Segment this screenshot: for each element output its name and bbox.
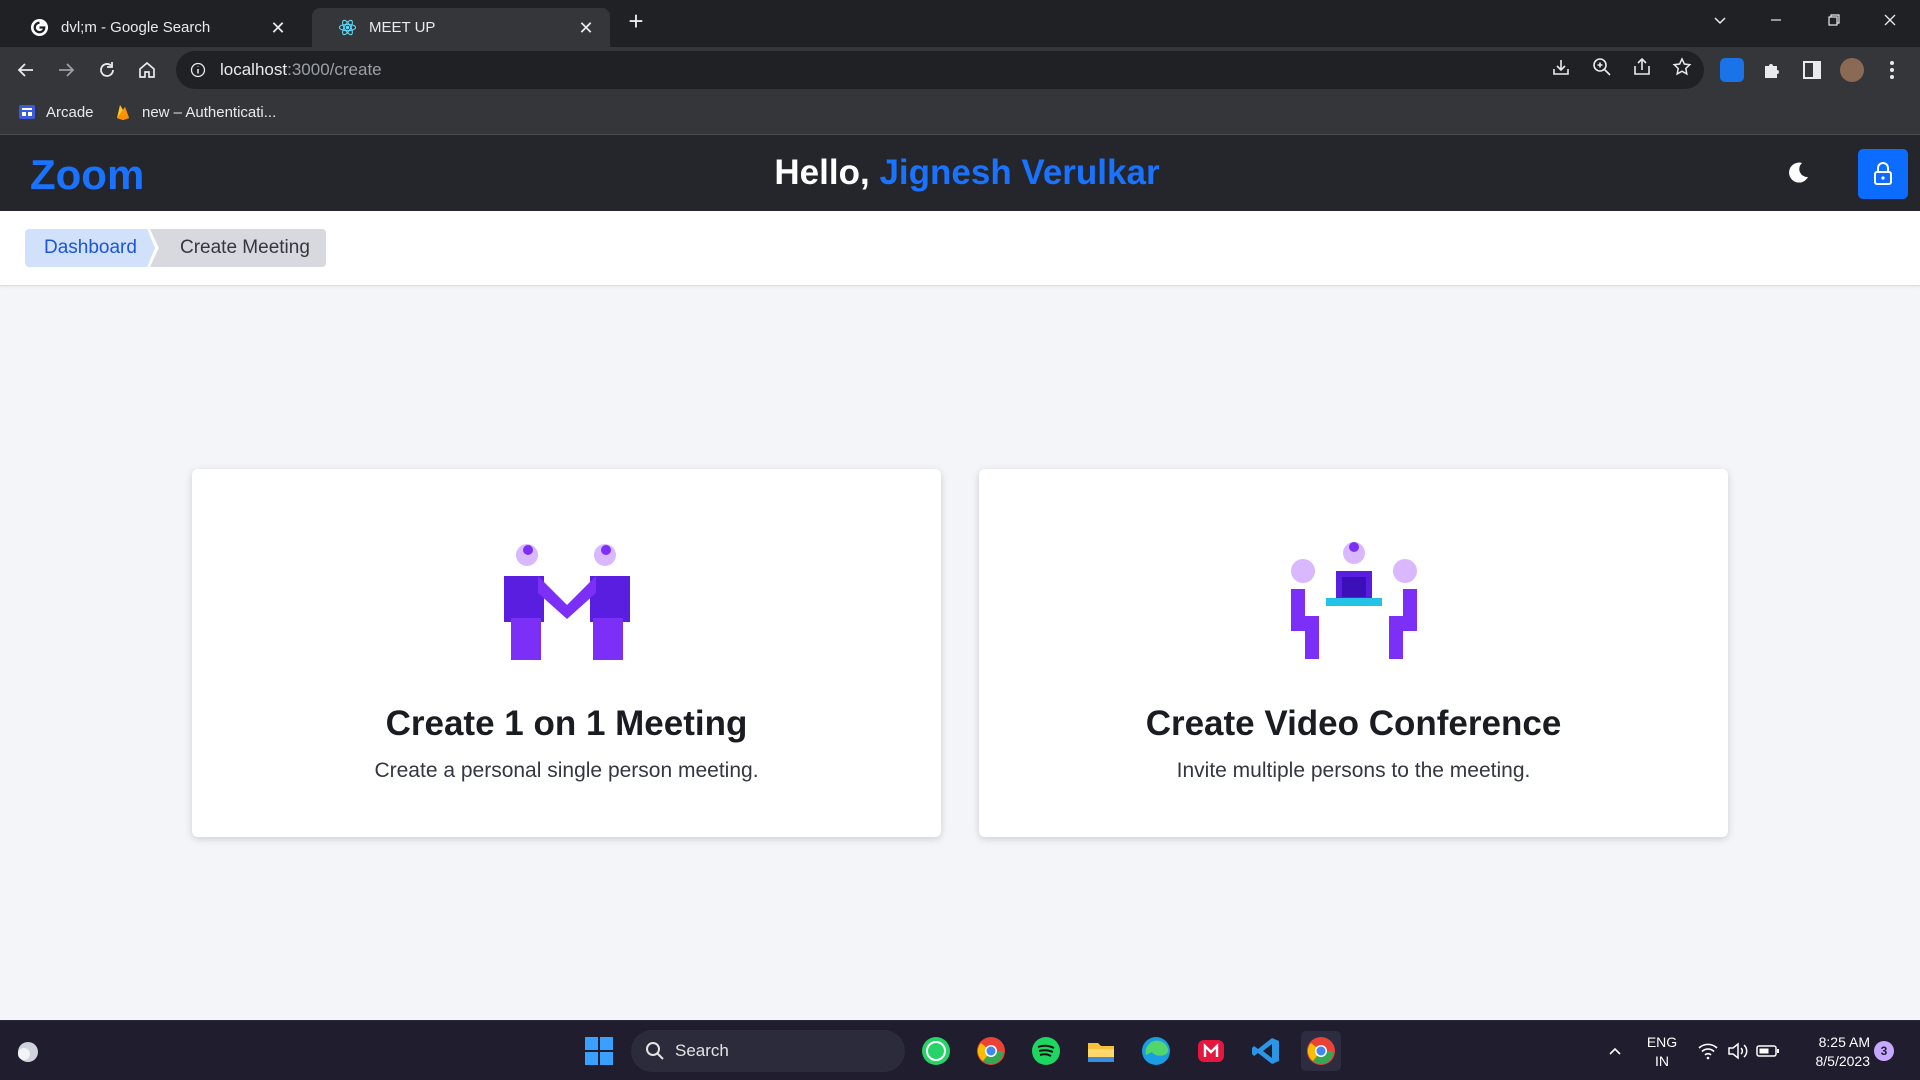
lock-icon [1874,162,1892,185]
new-tab-button[interactable]: + [622,8,650,36]
bookmark-label: new – Authenticati... [142,103,277,121]
breadcrumb: Dashboard Create Meeting [0,211,1920,286]
url-host: localhost [220,60,288,79]
chrome-icon[interactable] [971,1031,1011,1071]
minimize-icon[interactable] [1748,0,1804,40]
address-bar[interactable]: localhost:3000/create [176,51,1704,89]
bookmark-firebase[interactable]: new – Authenticati... [114,103,276,121]
extension-blue-icon[interactable] [1720,58,1744,82]
app-header: Zoom Hello, Jignesh Verulkar [0,135,1920,211]
vscode-icon[interactable] [1246,1031,1286,1071]
card-description: Create a personal single person meeting. [374,759,759,782]
language-indicator[interactable]: ENG IN [1645,1033,1679,1071]
extensions-puzzle-icon[interactable] [1760,58,1784,82]
theme-toggle-button[interactable] [1780,155,1816,191]
notification-badge[interactable]: 3 [1874,1041,1894,1061]
card-title: Create Video Conference [1145,704,1562,743]
firebase-icon [117,105,129,120]
breadcrumb-create-meeting: Create Meeting [150,229,326,267]
restore-icon[interactable] [1806,0,1862,40]
bookmark-star-icon[interactable] [1671,56,1693,78]
reload-icon[interactable] [91,54,123,86]
greeting: Hello, Jignesh Verulkar [0,153,1920,193]
battery-icon[interactable] [1748,1031,1788,1071]
moon-icon [1789,162,1808,183]
weather-icon[interactable] [8,1031,48,1071]
profile-avatar[interactable] [1840,58,1864,82]
site-info-icon[interactable] [190,62,206,78]
tab-title: dvl;m - Google Search [61,19,211,36]
mongodb-app-icon[interactable] [1191,1031,1231,1071]
react-icon [338,19,357,36]
whatsapp-icon[interactable] [916,1031,956,1071]
side-panel-icon[interactable] [1800,58,1824,82]
search-icon [646,1042,664,1060]
windows-taskbar: Search ENG IN 8:25 AM 8/5/2023 3 [0,1020,1920,1080]
breadcrumb-dashboard[interactable]: Dashboard [25,229,155,267]
one-on-one-meeting-illustration [192,541,941,661]
url-text: localhost:3000/create [220,60,382,80]
chrome-profile-icon[interactable] [1301,1031,1341,1071]
browser-tab-meet-up[interactable]: MEET UP ✕ [312,8,610,47]
video-conference-illustration [979,541,1728,661]
bookmark-arcade[interactable]: Arcade [18,103,94,121]
card-title: Create 1 on 1 Meeting [385,704,748,743]
back-arrow-icon[interactable] [10,54,42,86]
browser-toolbar: localhost:3000/create [0,47,1920,93]
install-app-icon[interactable] [1550,56,1572,78]
card-description: Invite multiple persons to the meeting. [1176,759,1531,782]
tab-search-chevron-icon[interactable] [1692,0,1748,40]
bookmark-label: Arcade [46,103,94,121]
bookmarks-bar: Arcade new – Authenticati... [0,93,1920,135]
edge-icon[interactable] [1136,1031,1176,1071]
forward-arrow-icon[interactable] [50,54,82,86]
clock[interactable]: 8:25 AM 8/5/2023 [1790,1033,1871,1071]
language-code: ENG [1646,1034,1678,1050]
home-icon[interactable] [131,54,163,86]
windows-start-icon[interactable] [579,1031,619,1071]
tab-title: MEET UP [369,19,436,36]
search-placeholder: Search [675,1041,729,1060]
zoom-icon[interactable] [1591,56,1613,78]
show-hidden-icons-chevron-icon[interactable] [1595,1031,1635,1071]
logout-button[interactable] [1858,149,1908,199]
browser-tab-google-search[interactable]: dvl;m - Google Search ✕ [4,8,302,47]
arcade-icon [19,105,35,119]
tab-close-icon[interactable]: ✕ [268,18,288,38]
spotify-icon[interactable] [1026,1031,1066,1071]
browser-tab-strip: dvl;m - Google Search ✕ MEET UP ✕ + [0,0,1920,47]
close-window-icon[interactable] [1862,0,1918,40]
clock-date: 8/5/2023 [1815,1053,1871,1069]
tab-close-icon[interactable]: ✕ [576,18,596,38]
share-icon[interactable] [1631,56,1653,78]
greeting-prefix: Hello, [774,153,880,192]
create-one-on-one-card[interactable]: Create 1 on 1 Meeting Create a personal … [192,469,941,837]
more-menu-icon[interactable] [1880,58,1904,82]
file-explorer-icon[interactable] [1081,1031,1121,1071]
url-path: :3000/create [287,60,382,79]
google-icon [30,18,49,37]
taskbar-search[interactable]: Search [631,1030,905,1072]
user-name: Jignesh Verulkar [879,153,1160,192]
clock-time: 8:25 AM [1818,1034,1870,1050]
create-video-conference-card[interactable]: Create Video Conference Invite multiple … [979,469,1728,837]
region-code: IN [1655,1053,1669,1069]
